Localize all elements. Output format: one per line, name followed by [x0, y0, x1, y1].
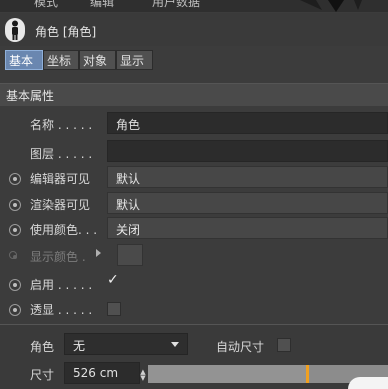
- name-field[interactable]: 角色: [107, 112, 388, 134]
- editor-visible-animate-radio[interactable]: [9, 173, 21, 185]
- layer-field[interactable]: [107, 140, 388, 162]
- size-slider-thumb[interactable]: [306, 365, 309, 383]
- render-visible-animate-radio[interactable]: [9, 199, 21, 211]
- auto-size-label: 自动尺寸: [216, 340, 265, 354]
- size-field[interactable]: 526 cm: [64, 362, 140, 384]
- expand-triangle-icon[interactable]: [96, 249, 101, 257]
- enabled-label: 启用 . . . . .: [30, 278, 93, 292]
- xray-label: 透显 . . . . .: [30, 303, 93, 317]
- object-title: 角色 [角色]: [35, 25, 97, 39]
- enabled-checkbox[interactable]: ✓: [107, 272, 121, 290]
- tab-bar: 基本 坐标 对象 显示: [0, 48, 388, 74]
- render-visible-dropdown[interactable]: 默认: [107, 192, 388, 214]
- role-dropdown[interactable]: 无: [64, 333, 188, 355]
- check-icon: ✓: [107, 272, 119, 288]
- section-basic-properties[interactable]: 基本属性: [0, 83, 388, 106]
- display-color-swatch[interactable]: [117, 244, 143, 266]
- render-visible-label: 渲染器可见: [30, 198, 91, 212]
- chevron-down-icon: [171, 342, 179, 347]
- role-label: 角色: [30, 340, 55, 354]
- display-color-label: 显示颜色 .: [30, 250, 86, 264]
- size-label: 尺寸: [30, 368, 55, 382]
- nav-arrows-icon[interactable]: [296, 0, 376, 12]
- tab-display[interactable]: 显示: [116, 50, 153, 70]
- use-color-label: 使用颜色. . .: [30, 223, 98, 237]
- size-stepper-icon[interactable]: ▲ ▼: [140, 369, 146, 382]
- role-value: 无: [73, 339, 86, 353]
- editor-visible-value: 默认: [116, 172, 141, 186]
- xray-animate-radio[interactable]: [9, 304, 21, 316]
- editor-visible-dropdown[interactable]: 默认: [107, 166, 388, 188]
- window-corner: [348, 377, 388, 389]
- object-header: 角色 [角色]: [0, 13, 388, 46]
- tab-object[interactable]: 对象: [79, 50, 116, 70]
- use-color-value: 关闭: [116, 223, 141, 237]
- menu-mode[interactable]: 模式: [34, 0, 58, 10]
- name-value: 角色: [116, 118, 141, 132]
- section-title: 基本属性: [6, 89, 55, 103]
- character-object-icon: [5, 18, 25, 42]
- layer-label: 图层 . . . . .: [30, 147, 93, 161]
- tab-basic[interactable]: 基本: [5, 50, 43, 70]
- render-visible-value: 默认: [116, 198, 141, 212]
- size-value: 526 cm: [73, 366, 119, 380]
- enabled-animate-radio[interactable]: [9, 279, 21, 291]
- menu-edit[interactable]: 编辑: [90, 0, 114, 10]
- tab-coordinates[interactable]: 坐标: [43, 50, 79, 70]
- use-color-animate-radio[interactable]: [9, 224, 21, 236]
- name-label: 名称 . . . . .: [30, 118, 93, 132]
- menu-bar: 模式 编辑 用户数据: [0, 0, 388, 12]
- xray-checkbox[interactable]: [107, 302, 121, 316]
- use-color-dropdown[interactable]: 关闭: [107, 217, 388, 239]
- display-color-animate-radio: [9, 251, 17, 259]
- editor-visible-label: 编辑器可见: [30, 172, 91, 186]
- auto-size-checkbox[interactable]: [277, 338, 291, 352]
- size-slider-fill: [148, 365, 306, 383]
- menu-user-data[interactable]: 用户数据: [152, 0, 200, 10]
